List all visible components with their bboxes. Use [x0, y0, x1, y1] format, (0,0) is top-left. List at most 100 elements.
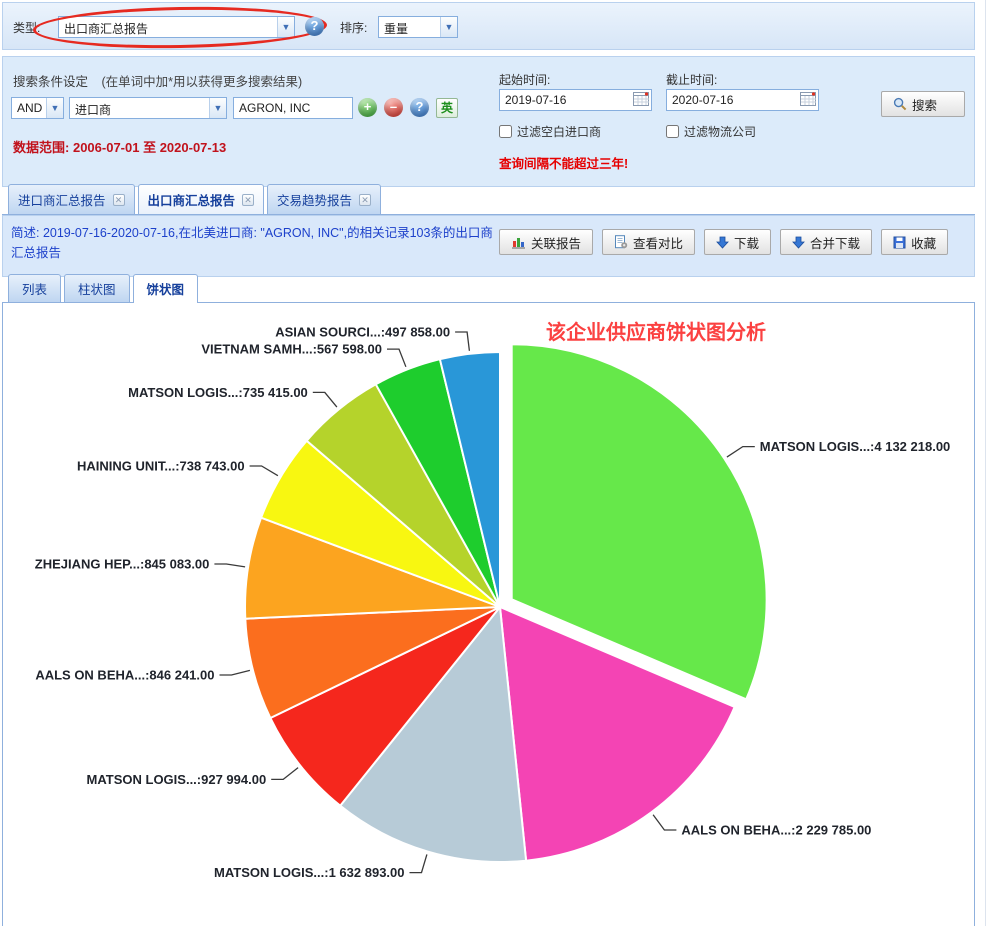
pie-label-1: AALS ON BEHA...:2 229 785.00 — [681, 823, 871, 838]
page: 类型: 出口商汇总报告 ▼ ? 排序: 重量 ▼ 搜索条件设定 (在单词中加*用… — [0, 0, 986, 926]
start-date-label: 起始时间: — [499, 71, 550, 88]
view-compare-button[interactable]: 查看对比 — [602, 229, 695, 255]
button-label: 合并下载 — [810, 233, 860, 252]
report-tabstrip: 进口商汇总报告 ✕ 出口商汇总报告 ✕ 交易趋势报告 ✕ — [2, 187, 975, 215]
calendar-icon[interactable] — [633, 91, 650, 107]
pie-label-8: VIETNAM SAMH...:567 598.00 — [201, 342, 382, 357]
tab-importer-summary[interactable]: 进口商汇总报告 ✕ — [8, 184, 135, 214]
data-range: 数据范围: 2006-07-01 至 2020-07-13 — [13, 137, 226, 156]
sort-select[interactable]: 重量 ▼ — [378, 16, 458, 38]
subtab-label: 柱状图 — [78, 283, 116, 297]
tab-label: 交易趋势报告 — [277, 190, 352, 209]
search-title-text: 搜索条件设定 — [13, 75, 88, 89]
tab-trade-trend[interactable]: 交易趋势报告 ✕ — [267, 184, 381, 214]
search-button[interactable]: 搜索 — [881, 91, 965, 117]
related-report-button[interactable]: 关联报告 — [499, 229, 593, 255]
subtab-bar-chart[interactable]: 柱状图 — [64, 274, 130, 302]
help-icon[interactable]: ? — [410, 98, 429, 117]
pie-label-0: MATSON LOGIS...:4 132 218.00 — [760, 439, 951, 454]
report-type-select[interactable]: 出口商汇总报告 ▼ — [58, 16, 295, 38]
search-field-select[interactable]: 进口商 ▼ — [69, 97, 227, 119]
add-condition-icon[interactable]: + — [358, 98, 377, 117]
button-label: 收藏 — [911, 233, 936, 252]
chart-title: 该企业供应商饼状图分析 — [546, 316, 766, 345]
subtab-label: 列表 — [22, 283, 47, 297]
data-range-value: 2006-07-01 至 2020-07-13 — [73, 140, 226, 155]
subtab-pie-chart[interactable]: 饼状图 — [133, 274, 199, 303]
keyword-input[interactable] — [233, 97, 353, 119]
chevron-down-icon[interactable]: ▼ — [46, 98, 63, 118]
end-date-label: 截止时间: — [666, 71, 717, 88]
pie-leader-line-4 — [220, 670, 250, 675]
subtab-list[interactable]: 列表 — [8, 274, 61, 302]
button-label: 下载 — [734, 233, 759, 252]
english-toggle-button[interactable]: 英 — [436, 98, 458, 118]
button-label: 关联报告 — [531, 233, 581, 252]
chevron-down-icon[interactable]: ▼ — [440, 17, 457, 37]
search-icon — [893, 97, 907, 111]
pie-label-4: AALS ON BEHA...:846 241.00 — [35, 668, 214, 683]
pie-leader-line-5 — [214, 564, 245, 567]
search-hint: (在单词中加*用以获得更多搜索结果) — [102, 75, 303, 89]
pie-leader-line-2 — [410, 854, 427, 872]
bool-operator-select[interactable]: AND ▼ — [11, 97, 64, 119]
search-button-label: 搜索 — [912, 95, 937, 114]
tab-exporter-summary[interactable]: 出口商汇总报告 ✕ — [138, 184, 265, 214]
merge-download-button[interactable]: 合并下载 — [780, 229, 872, 255]
filter-blank-importer-label: 过滤空白进口商 — [517, 123, 601, 140]
type-sort-bar: 类型: 出口商汇总报告 ▼ ? 排序: 重量 ▼ — [2, 2, 975, 50]
chevron-down-icon[interactable]: ▼ — [209, 98, 226, 118]
start-date-field — [499, 89, 652, 111]
sort-label: 排序: — [340, 19, 367, 36]
save-floppy-icon — [893, 236, 906, 249]
sort-value: 重量 — [379, 17, 440, 37]
pie-label-2: MATSON LOGIS...:1 632 893.00 — [214, 865, 405, 880]
button-label: 查看对比 — [633, 233, 683, 252]
filter-blank-importer-checkbox[interactable]: 过滤空白进口商 — [499, 123, 601, 140]
bool-operator-value: AND — [12, 98, 46, 118]
pie-leader-line-0 — [727, 447, 755, 458]
checkbox[interactable] — [666, 125, 679, 138]
end-date-input[interactable] — [666, 89, 819, 111]
pie-leader-line-7 — [313, 392, 337, 407]
search-field-value: 进口商 — [70, 98, 209, 118]
pie-label-3: MATSON LOGIS...:927 994.00 — [87, 772, 267, 787]
checkbox[interactable] — [499, 125, 512, 138]
data-range-label: 数据范围: — [13, 140, 69, 155]
pie-label-7: MATSON LOGIS...:735 415.00 — [128, 385, 308, 400]
pie-label-5: ZHEJIANG HEP...:845 083.00 — [35, 557, 210, 572]
download-button[interactable]: 下载 — [704, 229, 771, 255]
pie-leader-line-8 — [387, 349, 406, 367]
bar-chart-icon — [511, 235, 526, 249]
download-arrow-icon — [792, 236, 805, 249]
filter-logistics-label: 过滤物流公司 — [684, 123, 756, 140]
start-date-input[interactable] — [499, 89, 652, 111]
summary-bar: 简述: 2019-07-16-2020-07-16,在北美进口商: "AGRON… — [2, 215, 975, 277]
close-icon[interactable]: ✕ — [359, 194, 371, 206]
close-icon[interactable]: ✕ — [113, 194, 125, 206]
pie-chart-panel: MATSON LOGIS...:4 132 218.00 AALS ON BEHA… — [2, 302, 975, 926]
query-interval-warning: 查询间隔不能超过三年! — [499, 153, 628, 172]
pie-label-9: ASIAN SOURCI...:497 858.00 — [275, 325, 450, 340]
search-title: 搜索条件设定 (在单词中加*用以获得更多搜索结果) — [13, 71, 302, 90]
supplier-pie-chart: MATSON LOGIS...:4 132 218.00 AALS ON BEHA… — [3, 303, 974, 926]
view-subtabs: 列表 柱状图 饼状图 — [2, 277, 975, 302]
close-icon[interactable]: ✕ — [242, 194, 254, 206]
filter-logistics-checkbox[interactable]: 过滤物流公司 — [666, 123, 756, 140]
app-window: 类型: 出口商汇总报告 ▼ ? 排序: 重量 ▼ 搜索条件设定 (在单词中加*用… — [2, 2, 975, 924]
help-icon[interactable]: ? — [305, 17, 324, 36]
report-type-value: 出口商汇总报告 — [59, 17, 277, 37]
favorite-button[interactable]: 收藏 — [881, 229, 948, 255]
search-conditions-panel: 搜索条件设定 (在单词中加*用以获得更多搜索结果) AND ▼ 进口商 ▼ + … — [2, 56, 975, 187]
end-date-field — [666, 89, 819, 111]
pie-leader-line-9 — [455, 332, 469, 351]
chevron-down-icon[interactable]: ▼ — [277, 17, 294, 37]
subtab-label: 饼状图 — [147, 283, 185, 297]
calendar-icon[interactable] — [800, 91, 817, 107]
download-arrow-icon — [716, 236, 729, 249]
pie-leader-line-1 — [653, 815, 676, 830]
pie-leader-line-6 — [250, 466, 278, 476]
type-label: 类型: — [13, 19, 40, 36]
report-summary-text: 简述: 2019-07-16-2020-07-16,在北美进口商: "AGRON… — [11, 223, 493, 263]
remove-condition-icon[interactable]: – — [384, 98, 403, 117]
